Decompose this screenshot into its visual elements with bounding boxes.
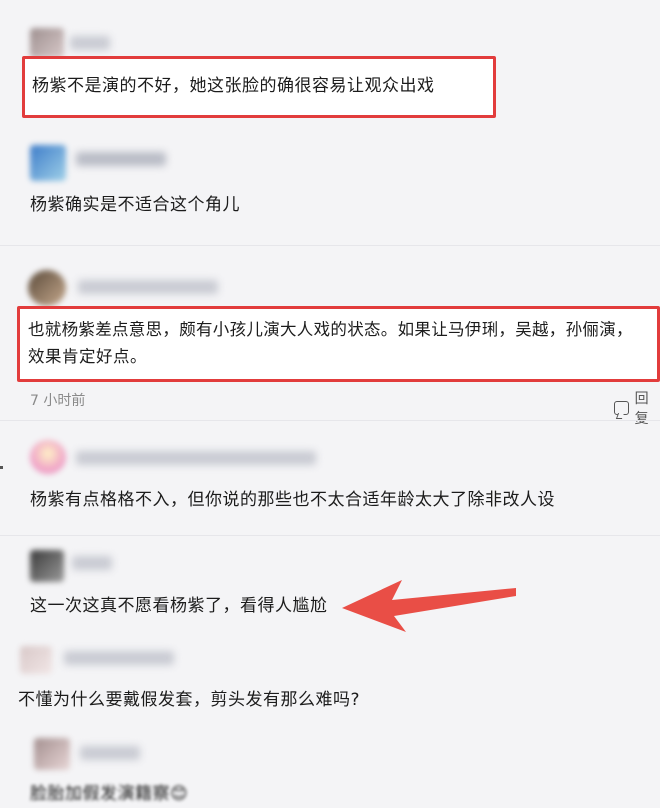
reply-label: 回复: [634, 391, 649, 427]
comment-text: 杨紫不是演的不好，她这张脸的确很容易让观众出戏: [32, 76, 435, 96]
username-blurred[interactable]: [76, 152, 166, 166]
comment-text: 杨紫确实是不适合这个角儿: [30, 195, 240, 215]
edge-mark: [0, 466, 3, 469]
comment-text: 脸胎加假发演籍察😊: [30, 784, 189, 804]
comment-text: 不懂为什么要戴假发套，剪头发有那么难吗?: [18, 690, 361, 710]
avatar[interactable]: [30, 28, 64, 58]
comment-text: 杨紫有点格格不入，但你说的那些也不太合适年龄太大了除非改人设: [30, 490, 555, 510]
comment-text-line-1: 也就杨紫差点意思，颇有小孩儿演大人戏的状态。如果让马伊琍，吴越，孙俪演，: [28, 320, 633, 339]
avatar[interactable]: [30, 440, 66, 474]
arrow-shape: [342, 580, 516, 632]
avatar[interactable]: [30, 145, 66, 181]
comment-time: 7 小时前: [30, 393, 86, 409]
avatar[interactable]: [20, 646, 52, 674]
reply-button[interactable]: 回复: [614, 388, 660, 428]
divider: [0, 420, 660, 421]
divider: [0, 535, 660, 536]
username-blurred[interactable]: [70, 36, 110, 50]
username-blurred[interactable]: [72, 556, 112, 570]
username-blurred[interactable]: [78, 280, 218, 294]
reply-icon: [614, 401, 629, 415]
comment-text-line-2: 效果肯定好点。: [28, 347, 147, 366]
username-blurred[interactable]: [80, 746, 140, 760]
avatar[interactable]: [28, 270, 66, 306]
arrow-annotation: [342, 580, 516, 632]
avatar[interactable]: [34, 738, 70, 770]
username-blurred[interactable]: [76, 451, 316, 465]
username-blurred[interactable]: [64, 651, 174, 665]
comment-text: 这一次这真不愿看杨紫了，看得人尴尬: [30, 596, 328, 616]
divider: [0, 245, 660, 246]
avatar[interactable]: [30, 550, 64, 582]
